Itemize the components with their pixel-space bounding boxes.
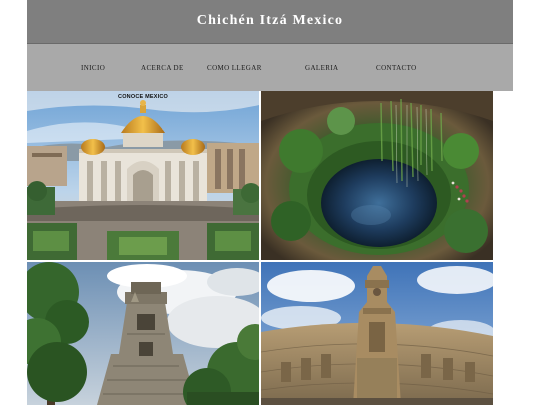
nav-item-galeria[interactable]: GALERIA: [305, 64, 339, 72]
gallery-image-monumento[interactable]: [261, 262, 493, 405]
header-bar: Chichén Itzá Mexico: [27, 0, 513, 44]
gallery-overlay-label: CONOCE MEXICO: [118, 94, 168, 100]
maya-temple-photo: [27, 262, 259, 405]
nav-item-acerca-de[interactable]: ACERCA DE: [141, 64, 184, 72]
monumento-photo: [261, 262, 493, 405]
photo-gallery: CONOCE MEXICO: [27, 91, 493, 405]
nav-item-contacto[interactable]: CONTACTO: [376, 64, 417, 72]
page: Chichén Itzá Mexico INICIO ACERCA DE COM…: [27, 0, 513, 405]
gallery-image-cenote[interactable]: [261, 91, 493, 260]
nav-bar: INICIO ACERCA DE COMO LLEGAR GALERIA CON…: [27, 44, 513, 91]
nav-item-como-llegar[interactable]: COMO LLEGAR: [207, 64, 262, 72]
bellas-artes-photo: [27, 91, 259, 260]
gallery-image-maya-temple[interactable]: [27, 262, 259, 405]
nav-item-inicio[interactable]: INICIO: [81, 64, 105, 72]
gallery-image-bellas-artes[interactable]: CONOCE MEXICO: [27, 91, 259, 260]
site-title: Chichén Itzá Mexico: [196, 12, 344, 28]
cenote-photo: [261, 91, 493, 260]
